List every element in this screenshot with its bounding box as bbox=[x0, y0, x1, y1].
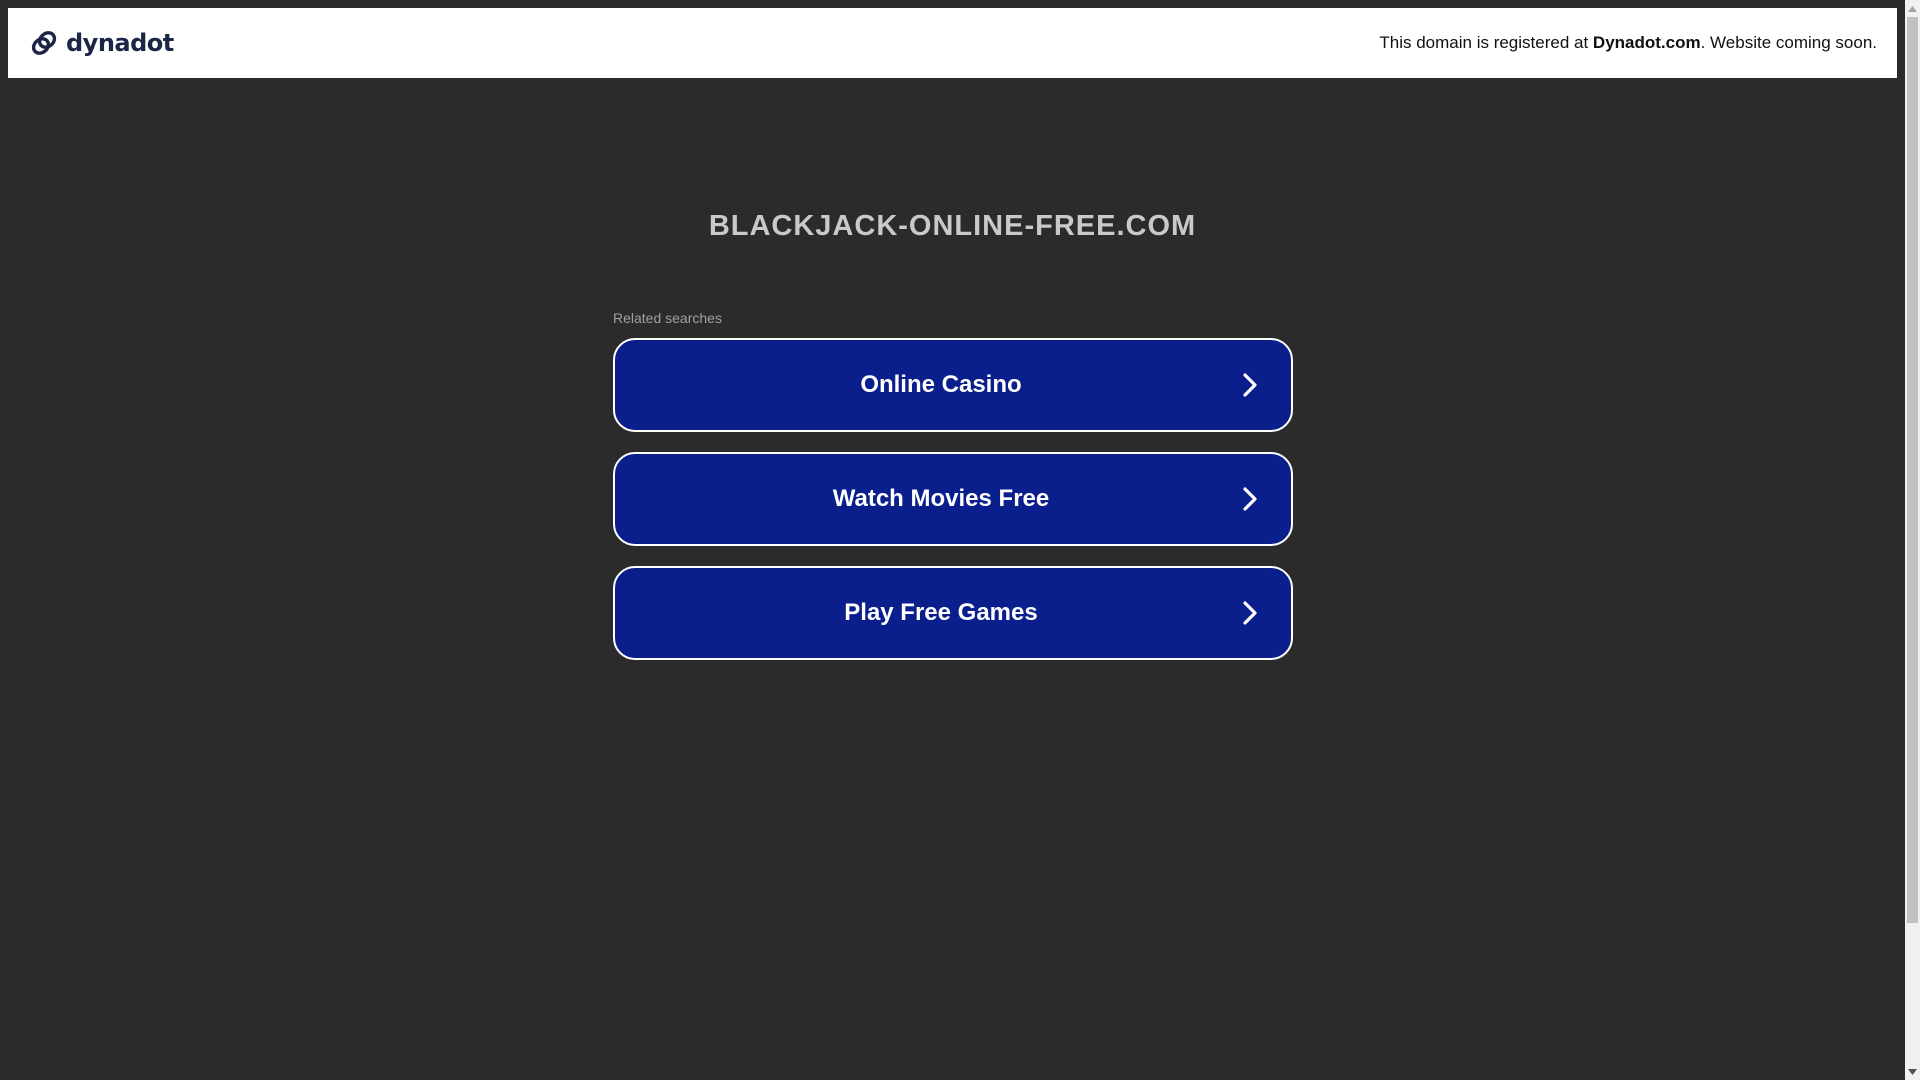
logo-text: dynadot bbox=[66, 29, 174, 57]
registration-suffix: . Website coming soon. bbox=[1700, 33, 1877, 52]
chevron-right-icon bbox=[1243, 487, 1257, 511]
scrollbar-thumb[interactable] bbox=[1907, 17, 1918, 923]
header-bar: dynadot This domain is registered at Dyn… bbox=[8, 8, 1897, 78]
related-link-label: Watch Movies Free bbox=[832, 485, 1050, 512]
triangle-down-icon bbox=[1908, 1068, 1917, 1075]
registrar-link[interactable]: Dynadot.com bbox=[1593, 33, 1701, 52]
related-link-play-free-games[interactable]: Play Free Games bbox=[613, 566, 1293, 660]
registration-notice: This domain is registered at Dynadot.com… bbox=[1379, 33, 1877, 53]
domain-title: BLACKJACK-ONLINE-FREE.COM bbox=[708, 210, 1197, 242]
chevron-right-icon bbox=[1243, 373, 1257, 397]
related-searches: Related searches Online Casino Watch Mov… bbox=[613, 310, 1293, 680]
page-viewport: dynadot This domain is registered at Dyn… bbox=[0, 0, 1905, 1080]
related-link-online-casino[interactable]: Online Casino bbox=[613, 338, 1293, 432]
related-searches-label: Related searches bbox=[613, 310, 722, 326]
dynadot-link-icon bbox=[31, 31, 57, 55]
chevron-right-icon bbox=[1243, 601, 1257, 625]
related-link-watch-movies-free[interactable]: Watch Movies Free bbox=[613, 452, 1293, 546]
triangle-up-icon bbox=[1908, 5, 1917, 12]
scroll-up-icon[interactable] bbox=[1905, 0, 1920, 17]
vertical-scrollbar[interactable] bbox=[1905, 0, 1920, 1080]
scroll-down-icon[interactable] bbox=[1905, 1063, 1920, 1080]
dynadot-logo[interactable]: dynadot bbox=[28, 27, 174, 59]
registration-prefix: This domain is registered at bbox=[1379, 33, 1593, 52]
related-link-label: Play Free Games bbox=[844, 599, 1038, 626]
related-link-label: Online Casino bbox=[860, 371, 1022, 398]
